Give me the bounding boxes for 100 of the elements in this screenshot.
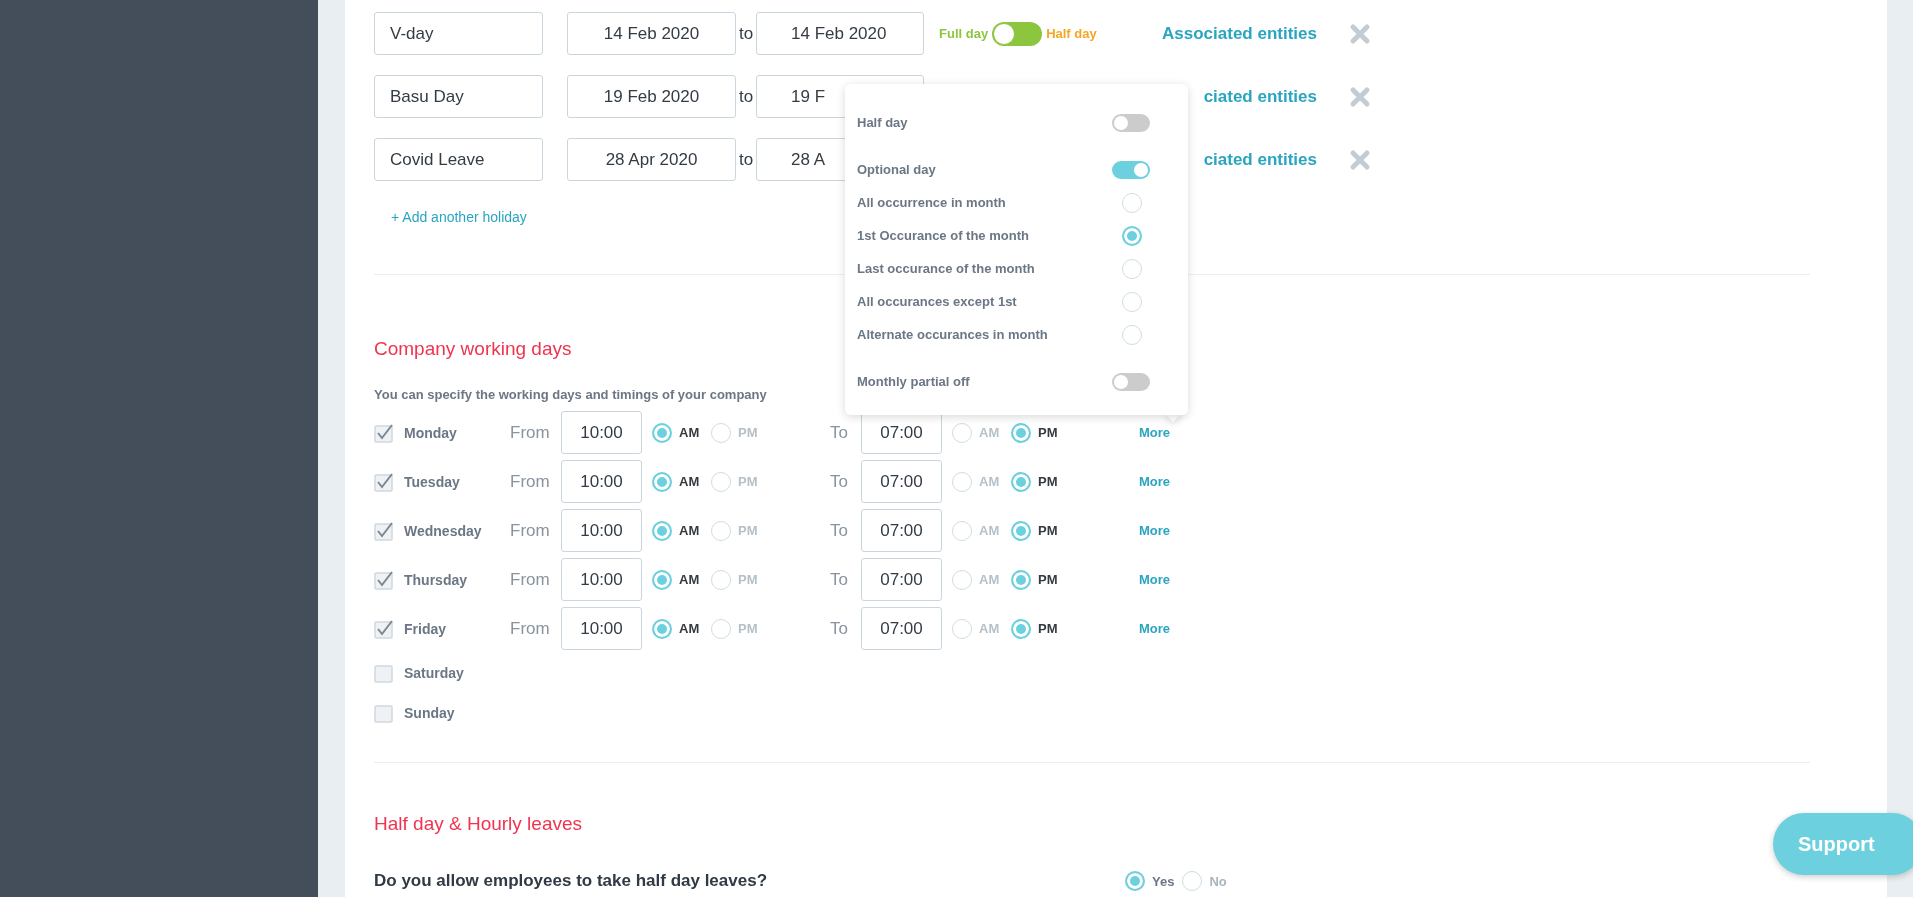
to-label: To <box>830 422 849 443</box>
start-date-field[interactable]: 28 Apr 2020 <box>567 138 736 181</box>
period-label: AM <box>979 621 1001 636</box>
period-label: PM <box>1038 474 1059 489</box>
holiday-name-field[interactable]: Basu Day <box>374 75 543 118</box>
radio-button[interactable] <box>1182 871 1203 891</box>
period-label: AM <box>979 523 1001 538</box>
period-label: PM <box>1038 523 1059 538</box>
close-icon[interactable] <box>1349 148 1371 171</box>
option-label: Monthly partial off <box>857 374 970 389</box>
to-label: To <box>830 618 849 639</box>
to-label: to <box>737 149 755 170</box>
toggle-switch[interactable] <box>1112 372 1150 391</box>
radio-button[interactable] <box>1011 471 1031 492</box>
radio-button[interactable] <box>1125 871 1145 891</box>
radio-button[interactable] <box>652 422 672 443</box>
period-label: AM <box>979 474 1001 489</box>
day-type-toggle[interactable] <box>992 21 1043 46</box>
radio-button[interactable] <box>952 520 972 541</box>
option-label: Last occurance of the month <box>857 261 1035 276</box>
radio-button[interactable] <box>1122 324 1142 345</box>
end-date-field[interactable]: 14 Feb 2020 <box>756 12 924 55</box>
radio-button[interactable] <box>952 569 972 590</box>
end-time-field[interactable]: 07:00 <box>861 558 942 601</box>
option-label: Yes <box>1152 873 1175 889</box>
close-icon[interactable] <box>1349 85 1371 108</box>
period-label: PM <box>738 523 759 538</box>
radio-button[interactable] <box>1122 192 1142 213</box>
from-label: From <box>510 471 551 492</box>
option-label: No <box>1209 873 1227 889</box>
toggle-switch[interactable] <box>1112 113 1150 132</box>
period-label: AM <box>679 523 701 538</box>
period-label: PM <box>738 474 759 489</box>
radio-button[interactable] <box>711 569 731 590</box>
radio-button[interactable] <box>1011 520 1031 541</box>
radio-button[interactable] <box>1122 258 1142 279</box>
radio-button[interactable] <box>652 618 672 639</box>
option-label: Alternate occurances in month <box>857 327 1048 342</box>
radio-button[interactable] <box>952 471 972 492</box>
start-time-field[interactable]: 10:00 <box>561 460 642 503</box>
period-label: AM <box>979 572 1001 587</box>
start-time-field[interactable]: 10:00 <box>561 411 642 454</box>
radio-button[interactable] <box>1011 618 1031 639</box>
day-checkbox[interactable] <box>374 618 394 639</box>
day-checkbox[interactable] <box>374 422 394 443</box>
period-label: AM <box>979 425 1001 440</box>
period-label: AM <box>679 621 701 636</box>
toggle-switch[interactable] <box>1112 160 1150 179</box>
period-label: AM <box>679 425 701 440</box>
radio-button[interactable] <box>1122 291 1142 312</box>
radio-button[interactable] <box>952 618 972 639</box>
radio-button[interactable] <box>1122 225 1142 246</box>
period-label: AM <box>679 572 701 587</box>
question-text: Do you allow employees to take half day leaves? <box>374 871 769 891</box>
radio-button[interactable] <box>652 471 672 492</box>
section-description: You can specify the working days and timings of your company <box>374 387 767 402</box>
option-label: All occurances except 1st <box>857 294 1017 309</box>
start-time-field[interactable]: 10:00 <box>561 558 642 601</box>
period-label: PM <box>1038 621 1059 636</box>
option-label: All occurrence in month <box>857 195 1006 210</box>
to-label: To <box>830 520 849 541</box>
day-checkbox[interactable] <box>374 569 394 590</box>
to-label: To <box>830 471 849 492</box>
start-time-field[interactable]: 10:00 <box>561 509 642 552</box>
period-label: PM <box>1038 425 1059 440</box>
day-label: Saturday <box>404 665 465 681</box>
close-icon[interactable] <box>1349 22 1371 45</box>
radio-button[interactable] <box>652 569 672 590</box>
radio-button[interactable] <box>711 618 731 639</box>
from-label: From <box>510 618 551 639</box>
to-label: to <box>737 23 755 44</box>
period-label: PM <box>738 425 759 440</box>
to-label: To <box>830 569 849 590</box>
day-label: Wednesday <box>404 522 483 539</box>
day-label: Tuesday <box>404 473 461 490</box>
start-date-field[interactable]: 19 Feb 2020 <box>567 75 736 118</box>
day-checkbox[interactable] <box>374 663 394 683</box>
radio-button[interactable] <box>711 471 731 492</box>
radio-button[interactable] <box>711 422 731 443</box>
day-checkbox[interactable] <box>374 471 394 492</box>
radio-button[interactable] <box>652 520 672 541</box>
end-time-field[interactable]: 07:00 <box>861 509 942 552</box>
holiday-name-field[interactable]: Covid Leave <box>374 138 543 181</box>
day-checkbox[interactable] <box>374 703 394 723</box>
radio-button[interactable] <box>711 520 731 541</box>
start-date-field[interactable]: 14 Feb 2020 <box>567 12 736 55</box>
period-label: PM <box>738 572 759 587</box>
radio-button[interactable] <box>1011 422 1031 443</box>
day-label: Sunday <box>404 705 456 721</box>
half-day-label: Half day <box>1046 26 1097 41</box>
radio-button[interactable] <box>952 422 972 443</box>
end-time-field[interactable]: 07:00 <box>861 607 942 650</box>
radio-button[interactable] <box>1011 569 1031 590</box>
holiday-name-field[interactable]: V-day <box>374 12 543 55</box>
end-time-field[interactable]: 07:00 <box>861 460 942 503</box>
option-label: 1st Occurance of the month <box>857 228 1029 243</box>
day-label: Monday <box>404 424 458 441</box>
day-checkbox[interactable] <box>374 520 394 541</box>
period-label: AM <box>679 474 701 489</box>
start-time-field[interactable]: 10:00 <box>561 607 642 650</box>
